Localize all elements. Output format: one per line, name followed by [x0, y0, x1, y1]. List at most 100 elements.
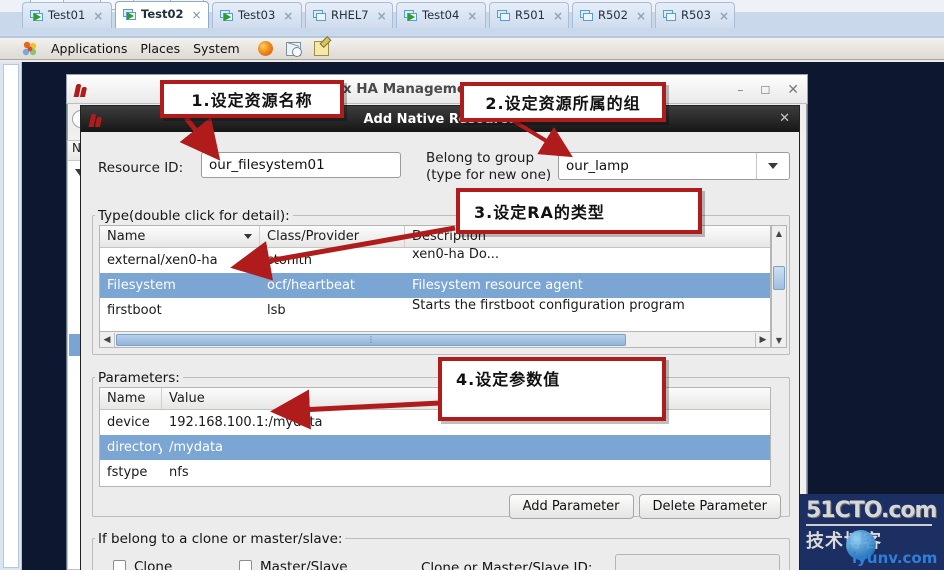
callout-1: 1.设定资源名称 [160, 80, 344, 118]
identity-row: Resource ID: our_filesystem01 Belong to … [81, 144, 799, 190]
scroll-down-icon[interactable]: ▼ [772, 333, 786, 347]
master-slave-checkbox-row[interactable]: Master/Slave [239, 559, 348, 570]
type-table-horizontal-scrollbar[interactable]: ◀ ⋮ ▶ [99, 332, 771, 348]
clone-id-input[interactable] [615, 554, 780, 570]
tab-label: RHEL7 [331, 7, 369, 22]
close-icon[interactable]: × [283, 9, 293, 23]
clone-checkbox[interactable] [113, 560, 126, 570]
tab-r503[interactable]: R503 × [655, 2, 735, 28]
callout-2: 2.设定资源所属的组 [460, 82, 666, 122]
belong-to-group-label: Belong to group (type for new one) [426, 150, 551, 184]
delete-parameter-button[interactable]: Delete Parameter [638, 494, 781, 519]
tab-label: Test03 [238, 7, 276, 22]
group-combobox[interactable]: our_lamp [558, 152, 790, 180]
callout-text: 4.设定参数值 [456, 370, 561, 389]
cell-class-provider: stonith [267, 253, 313, 268]
parameters-table[interactable]: Name Value device 192.168.100.1:/mydata … [99, 387, 771, 487]
column-label: Class/Provider [267, 229, 360, 244]
chevron-down-icon[interactable] [756, 153, 789, 179]
monitor-icon [663, 9, 676, 22]
watermark-line1: 51CTO.com [806, 498, 937, 523]
scroll-right-icon[interactable]: ▶ [755, 332, 770, 347]
close-icon[interactable]: ✕ [779, 111, 790, 126]
screenshot-root: Test01 × Test02 × Test03 × RHEL7 × Test0… [0, 0, 944, 570]
table-row[interactable]: firstboot lsb Starts the firstboot confi… [100, 298, 770, 323]
close-icon[interactable]: × [553, 9, 563, 23]
ha-window-controls: – ☐ ✕ [737, 75, 799, 105]
cell-description: Starts the firstboot configuration progr… [412, 297, 685, 313]
close-icon[interactable]: × [191, 8, 201, 22]
resource-id-value: our_filesystem01 [209, 157, 325, 173]
cell-value[interactable]: nfs [162, 465, 770, 480]
monitor-arrow-icon [123, 9, 136, 21]
menu-places[interactable]: Places [140, 41, 180, 56]
table-row[interactable]: directory /mydata [100, 435, 770, 460]
table-header-row: Name Value [100, 388, 770, 410]
tab-label: R502 [598, 7, 628, 22]
add-parameter-button[interactable]: Add Parameter [508, 494, 634, 519]
ha-logo-icon [88, 112, 106, 127]
tab-test04[interactable]: Test04 × [396, 2, 486, 28]
menu-applications[interactable]: Applications [51, 41, 127, 56]
monitor-icon [313, 9, 326, 22]
tab-rhel7[interactable]: RHEL7 × [305, 2, 393, 28]
maximize-icon[interactable]: ☐ [760, 85, 770, 96]
sort-arrow-icon[interactable] [244, 234, 252, 239]
table-row[interactable]: device 192.168.100.1:/mydata [100, 410, 770, 435]
table-row[interactable]: fstype nfs [100, 460, 770, 485]
minimize-icon[interactable]: – [737, 84, 743, 96]
tab-test02[interactable]: Test02 × [115, 1, 209, 28]
tab-label: Test04 [422, 7, 460, 22]
table-row[interactable]: Filesystem ocf/heartbeat Filesystem reso… [100, 273, 770, 298]
scrollbar-thumb[interactable]: ⋮ [116, 333, 626, 346]
close-icon[interactable]: × [377, 9, 387, 23]
menu-system[interactable]: System [193, 41, 240, 56]
column-label: Name [107, 391, 146, 406]
master-slave-checkbox[interactable] [239, 560, 252, 570]
watermark-divider [806, 524, 932, 526]
clone-checkbox-label: Clone [134, 559, 173, 570]
firefox-icon[interactable] [257, 41, 273, 56]
monitor-arrow-icon [404, 9, 417, 22]
close-icon[interactable]: × [636, 9, 646, 23]
scrollbar-thumb[interactable] [773, 266, 785, 290]
tab-test03[interactable]: Test03 × [212, 2, 302, 28]
callout-text: 2.设定资源所属的组 [485, 94, 641, 113]
column-header-name[interactable]: Name [100, 388, 162, 409]
column-header-class-provider[interactable]: Class/Provider [260, 226, 405, 247]
table-row[interactable]: external/xen0-ha stonith xen0-ha Do... [100, 247, 770, 273]
gedit-icon[interactable] [313, 41, 329, 56]
tab-label: Test02 [141, 7, 184, 22]
callout-text: 3.设定RA的类型 [474, 203, 605, 222]
group-value: our_lamp [566, 158, 629, 174]
type-table-vertical-scrollbar[interactable]: ▲ ▼ [771, 225, 787, 348]
clone-checkbox-row[interactable]: Clone [113, 559, 172, 570]
close-icon[interactable]: × [93, 9, 103, 23]
scroll-up-icon[interactable]: ▲ [772, 226, 786, 240]
scroll-left-icon[interactable]: ◀ [100, 332, 115, 347]
monitor-arrow-icon [30, 9, 43, 22]
tab-r501[interactable]: R501 × [489, 2, 569, 28]
ha-logo-icon [73, 82, 91, 97]
callout-3: 3.设定RA的类型 [456, 188, 702, 234]
cell-value[interactable]: /mydata [162, 440, 770, 455]
column-header-name[interactable]: Name [100, 226, 260, 247]
cell-name: external/xen0-ha [107, 253, 218, 268]
applications-menu-icon [22, 41, 38, 57]
cell-description: xen0-ha Do... [412, 247, 499, 262]
group-label-line1: Belong to group [426, 150, 535, 166]
type-legend: Type(double click for detail): [95, 208, 293, 224]
resource-id-input[interactable]: our_filesystem01 [201, 152, 401, 178]
close-icon[interactable]: ✕ [787, 83, 799, 97]
resource-type-table[interactable]: Name Class/Provider Description external… [99, 225, 771, 332]
tab-test01[interactable]: Test01 × [22, 2, 112, 28]
tab-label: Test01 [48, 7, 86, 22]
tab-r502[interactable]: R502 × [572, 2, 652, 28]
master-slave-checkbox-label: Master/Slave [260, 559, 348, 570]
monitor-arrow-icon [220, 9, 233, 22]
cell-name: fstype [107, 465, 148, 480]
evolution-mail-icon[interactable] [285, 41, 302, 57]
close-icon[interactable]: × [467, 9, 477, 23]
close-icon[interactable]: × [719, 9, 729, 23]
group-label-line2: (type for new one) [426, 167, 552, 183]
